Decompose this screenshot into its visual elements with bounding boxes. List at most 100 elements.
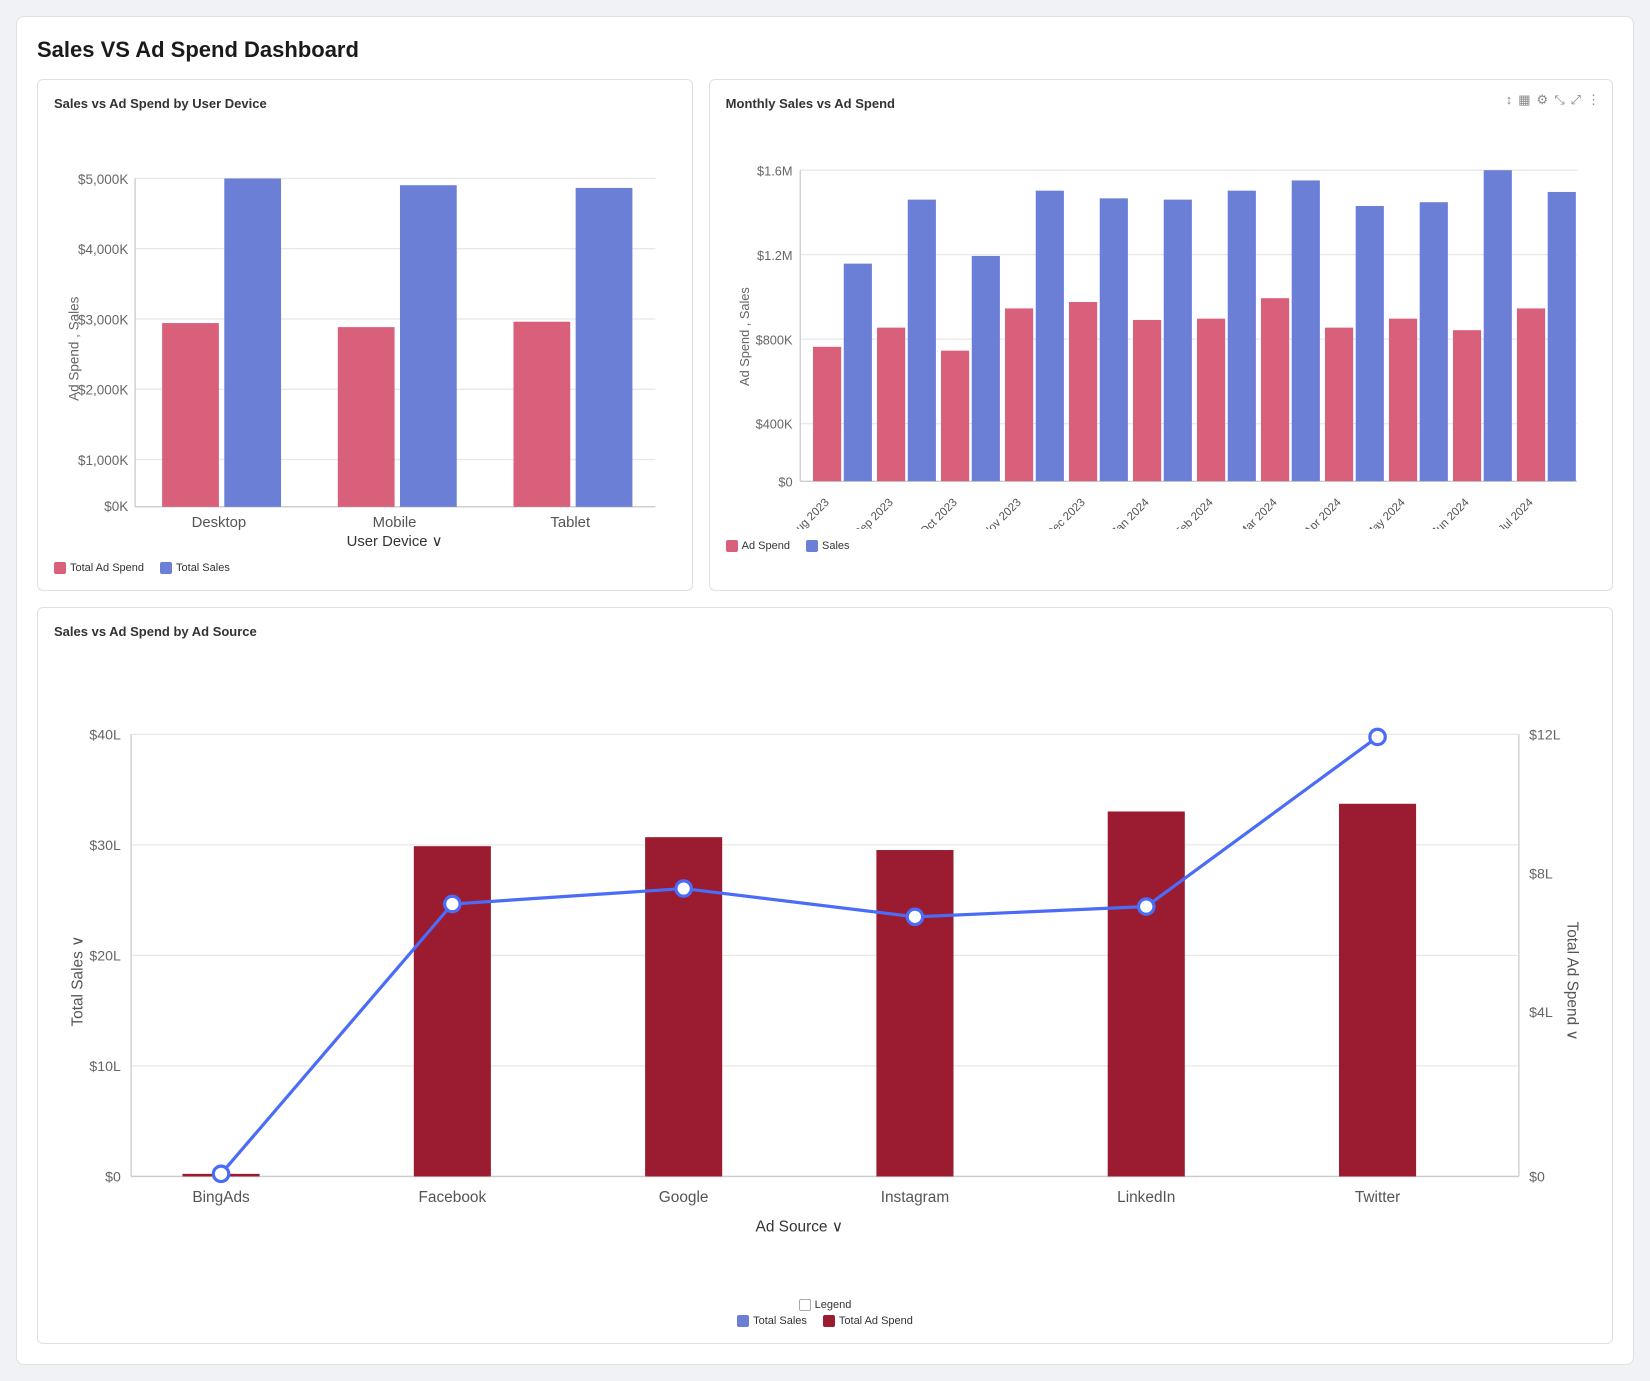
svg-text:$10L: $10L: [89, 1059, 121, 1075]
svg-text:$30L: $30L: [89, 837, 121, 853]
svg-text:Desktop: Desktop: [192, 515, 247, 531]
chart1-legend: Total Ad Spend Total Sales: [54, 562, 676, 574]
legend3-adspend-label: Total Ad Spend: [839, 1315, 913, 1327]
chart2-legend: Ad Spend Sales: [726, 540, 1596, 552]
legend2-sales: Sales: [806, 540, 850, 552]
svg-text:Dec 2023: Dec 2023: [1044, 497, 1087, 529]
tablet-sales-bar: [576, 188, 633, 507]
svg-text:$0: $0: [778, 474, 792, 489]
svg-text:Ad Source ∨: Ad Source ∨: [756, 1219, 844, 1236]
legend-adspend-box: [54, 562, 66, 574]
legend3-header: Legend: [799, 1299, 852, 1311]
legend2-adspend-box: [726, 540, 738, 552]
svg-text:May 2024: May 2024: [1363, 496, 1408, 528]
svg-text:Facebook: Facebook: [419, 1190, 487, 1207]
svg-text:$1,000K: $1,000K: [78, 453, 128, 468]
svg-text:$1.6M: $1.6M: [757, 163, 793, 178]
filter-icon[interactable]: ⚙: [1537, 92, 1549, 108]
dashboard-title: Sales VS Ad Spend Dashboard: [37, 37, 1613, 63]
svg-text:$1.2M: $1.2M: [757, 248, 793, 263]
more-icon[interactable]: ⋮: [1587, 92, 1600, 108]
svg-text:BingAds: BingAds: [192, 1190, 250, 1207]
chart2-title: Monthly Sales vs Ad Spend: [726, 96, 1596, 111]
svg-text:$400K: $400K: [755, 417, 792, 432]
legend3-sales-label: Total Sales: [753, 1315, 807, 1327]
svg-text:$3,000K: $3,000K: [78, 312, 128, 327]
svg-text:Total Ad Spend ∨: Total Ad Spend ∨: [1564, 922, 1581, 1041]
svg-text:$800K: $800K: [755, 332, 792, 347]
chart2-svg: Ad Spend , Sales $1.6M $1.2M $800K $400K…: [726, 119, 1596, 529]
svg-text:$8L: $8L: [1529, 866, 1553, 882]
desktop-adspend-bar: [162, 323, 219, 507]
linkedin-bar: [1108, 812, 1185, 1177]
legend3-adspend-box: [823, 1315, 835, 1327]
legend2-adspend-label: Ad Spend: [742, 540, 790, 552]
chart1-title: Sales vs Ad Spend by User Device: [54, 96, 676, 111]
svg-text:$0: $0: [105, 1169, 121, 1185]
tablet-adspend-bar: [513, 322, 570, 507]
bar-icon[interactable]: ▦: [1518, 92, 1530, 108]
chart-monthly: Monthly Sales vs Ad Spend ↕ ▦ ⚙ ⤡ ⤢ ⋮ Ad…: [709, 79, 1613, 591]
legend3-adspend: Total Ad Spend: [823, 1315, 913, 1327]
point-google: [676, 881, 691, 896]
point-linkedin: [1139, 899, 1154, 914]
dashboard-container: Sales VS Ad Spend Dashboard Sales vs Ad …: [16, 16, 1634, 1365]
svg-text:Ad Spend , Sales: Ad Spend , Sales: [737, 287, 752, 386]
svg-text:Apr 2024: Apr 2024: [1302, 496, 1344, 528]
legend-adspend: Total Ad Spend: [54, 562, 144, 574]
svg-text:Total Sales ∨: Total Sales ∨: [69, 936, 86, 1027]
legend-sales-label: Total Sales: [176, 562, 230, 574]
point-facebook: [445, 897, 460, 912]
legend-sales: Total Sales: [160, 562, 230, 574]
legend2-adspend: Ad Spend: [726, 540, 790, 552]
svg-text:$12L: $12L: [1529, 727, 1561, 743]
svg-text:Tablet: Tablet: [550, 515, 591, 531]
svg-text:Mar 2024: Mar 2024: [1237, 496, 1280, 528]
svg-text:Google: Google: [659, 1190, 709, 1207]
chart-ad-source: Sales vs Ad Spend by Ad Source Total Sal…: [37, 607, 1613, 1344]
mobile-sales-bar: [400, 185, 457, 507]
twitter-bar: [1339, 804, 1416, 1177]
svg-text:$20L: $20L: [89, 948, 121, 964]
chart1-svg: Ad Spend , Sales $5,000K $4,000K $3,000K…: [54, 119, 676, 551]
svg-text:$4,000K: $4,000K: [78, 242, 128, 257]
svg-text:$4L: $4L: [1529, 1005, 1553, 1021]
legend3-sales: Total Sales: [737, 1315, 807, 1327]
svg-text:Twitter: Twitter: [1355, 1190, 1400, 1207]
point-instagram: [907, 910, 922, 925]
svg-text:Jan 2024: Jan 2024: [1109, 496, 1151, 528]
sort-icon[interactable]: ↕: [1506, 92, 1513, 108]
svg-text:Jul 2024: Jul 2024: [1496, 496, 1536, 528]
legend-checkbox: [799, 1299, 811, 1311]
svg-text:Oct 2023: Oct 2023: [918, 497, 959, 529]
svg-text:Jun 2024: Jun 2024: [1429, 496, 1471, 528]
svg-text:$2,000K: $2,000K: [78, 383, 128, 398]
svg-text:Instagram: Instagram: [881, 1190, 950, 1207]
legend-adspend-label: Total Ad Spend: [70, 562, 144, 574]
legend-sales-box: [160, 562, 172, 574]
legend3-items-row: Total Sales Total Ad Spend: [737, 1315, 913, 1327]
svg-text:Aug 2023: Aug 2023: [788, 497, 831, 529]
svg-text:$5,000K: $5,000K: [78, 172, 128, 187]
svg-text:$0K: $0K: [104, 499, 128, 514]
svg-text:$40L: $40L: [89, 727, 121, 743]
svg-text:Nov 2023: Nov 2023: [980, 497, 1023, 529]
instagram-bar: [876, 850, 953, 1176]
export-icon[interactable]: ⤡: [1554, 92, 1564, 108]
svg-text:LinkedIn: LinkedIn: [1117, 1190, 1175, 1207]
svg-text:User Device ∨: User Device ∨: [347, 534, 443, 550]
chart3-title: Sales vs Ad Spend by Ad Source: [54, 624, 1596, 639]
expand-icon[interactable]: ⤢: [1571, 92, 1581, 108]
legend2-sales-label: Sales: [822, 540, 850, 552]
desktop-sales-bar: [224, 178, 281, 506]
svg-text:Mobile: Mobile: [373, 515, 417, 531]
svg-text:$0: $0: [1529, 1169, 1545, 1185]
legend3-sales-box: [737, 1315, 749, 1327]
point-twitter: [1370, 730, 1385, 745]
svg-text:Sep 2023: Sep 2023: [852, 497, 895, 529]
chart3-svg: Total Sales ∨ $40L $30L $20L $10L $0 Tot…: [54, 647, 1596, 1290]
chart-user-device: Sales vs Ad Spend by User Device Ad Spen…: [37, 79, 693, 591]
top-row: Sales vs Ad Spend by User Device Ad Spen…: [37, 79, 1613, 591]
chart3-legend: Legend Total Sales Total Ad Spend: [54, 1299, 1596, 1327]
mobile-adspend-bar: [338, 327, 395, 507]
